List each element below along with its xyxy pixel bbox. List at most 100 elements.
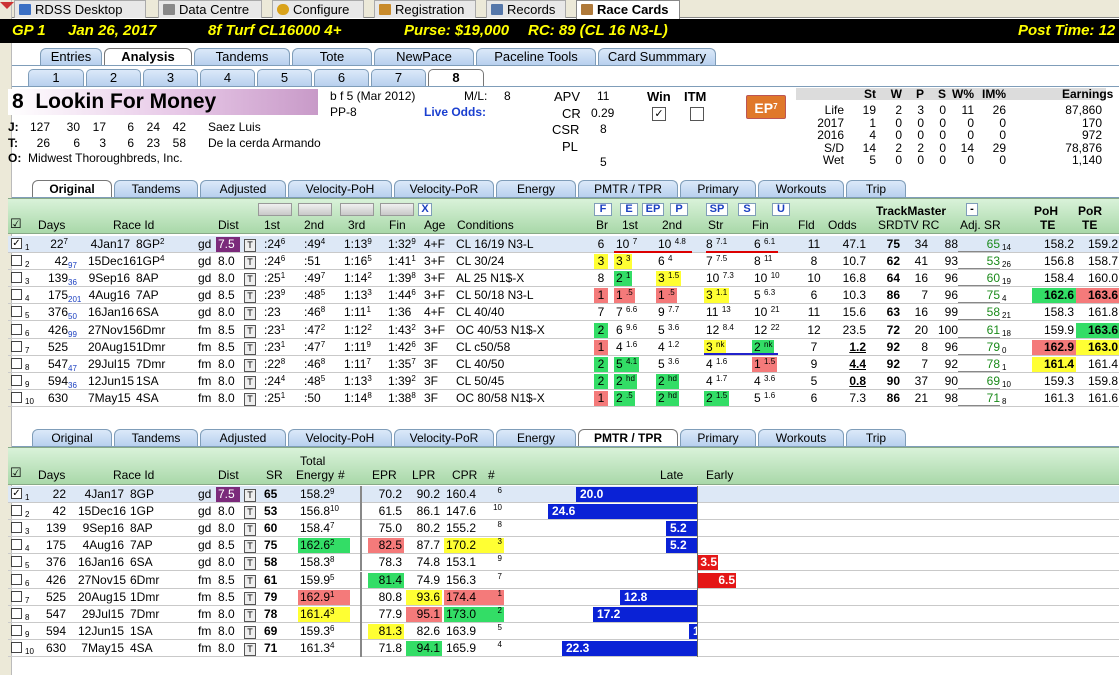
tab-horse-7[interactable]: 7 bbox=[371, 69, 426, 86]
lower-tab-original[interactable]: Original bbox=[32, 429, 112, 446]
row-checkbox[interactable] bbox=[11, 289, 22, 301]
row-checkbox[interactable] bbox=[11, 357, 22, 369]
upper-tab-pmtr-tpr[interactable]: PMTR / TPR bbox=[578, 180, 678, 197]
tab-horse-2[interactable]: 2 bbox=[86, 69, 141, 86]
row-checkbox[interactable] bbox=[11, 374, 22, 386]
minus-button[interactable]: - bbox=[966, 203, 978, 216]
upper-tab-velocity-poh[interactable]: Velocity-PoH bbox=[288, 180, 392, 197]
tab-horse-6[interactable]: 6 bbox=[314, 69, 369, 86]
lower-tab-primary[interactable]: Primary bbox=[680, 429, 756, 446]
filter-e-button[interactable]: E bbox=[620, 203, 638, 216]
tab-tote[interactable]: Tote bbox=[292, 48, 372, 65]
row-checkbox[interactable] bbox=[11, 522, 22, 534]
filter-button[interactable] bbox=[258, 203, 292, 216]
table-row[interactable]: 5 376 50 16Jan16 6SA gd 8.0 T:23:468 1:111 1:36 4+… bbox=[8, 304, 1119, 322]
row-checkbox[interactable] bbox=[11, 539, 22, 551]
filter-s-button[interactable]: S bbox=[738, 203, 756, 216]
table-row[interactable]: 6 426 99 27Nov15 6Dmr fm 8.5 T:231:472 1:122 1:43… bbox=[8, 322, 1119, 339]
upper-tab-velocity-por[interactable]: Velocity-PoR bbox=[394, 180, 494, 197]
table-row[interactable]: 2 42 15Dec16 1GP gd 8.0 T 53 156.810 61.5 86.1 147.… bbox=[8, 503, 1119, 521]
table-row[interactable]: 4 175 201 4Aug16 7AP gd 8.5 T:239:485 1:133 1:446… bbox=[8, 287, 1119, 305]
upper-tab-primary[interactable]: Primary bbox=[680, 180, 756, 197]
tab-horse-4[interactable]: 4 bbox=[200, 69, 255, 86]
app-tab-records[interactable]: Records bbox=[486, 0, 566, 18]
dropdown-arrow-icon[interactable] bbox=[0, 2, 14, 9]
fraction-sup: 2 bbox=[411, 322, 416, 332]
tab-newpace[interactable]: NewPace bbox=[374, 48, 474, 65]
row-checkbox[interactable] bbox=[11, 590, 22, 602]
filter-ep-button[interactable]: EP bbox=[642, 203, 664, 216]
lower-tab-velocity-por[interactable]: Velocity-PoR bbox=[394, 429, 494, 446]
app-tab-data-centre[interactable]: Data Centre bbox=[158, 0, 262, 18]
row-checkbox[interactable] bbox=[11, 255, 22, 267]
filter-button[interactable] bbox=[340, 203, 374, 216]
upper-tab-adjusted[interactable]: Adjusted bbox=[200, 180, 286, 197]
filter-sp-button[interactable]: SP bbox=[706, 203, 728, 216]
app-tab-race-cards[interactable]: Race Cards bbox=[576, 0, 680, 19]
table-row[interactable]: 10 630 7May15 4SA fm 8.0 T:251:50 1:148 1:388 3F O… bbox=[8, 390, 1119, 407]
lower-tab-trip[interactable]: Trip bbox=[846, 429, 906, 446]
win-checkbox[interactable]: ✓ bbox=[652, 107, 666, 121]
tab-horse-1[interactable]: 1 bbox=[28, 69, 84, 86]
row-checkbox[interactable] bbox=[11, 641, 22, 653]
lower-tab-tandems[interactable]: Tandems bbox=[114, 429, 198, 446]
table-row[interactable]: 3 139 36 9Sep16 8AP gd 8.0 T:251:497 1:142 1:398 3… bbox=[8, 270, 1119, 288]
lengths: .5 bbox=[668, 288, 675, 298]
row-checkbox[interactable] bbox=[11, 306, 22, 318]
upper-tab-trip[interactable]: Trip bbox=[846, 180, 906, 197]
app-tab-configure[interactable]: Configure bbox=[272, 0, 364, 18]
table-row[interactable]: 10 630 7May15 4SA fm 8.0 T 71 161.34 71.8 94.1 165.… bbox=[8, 639, 1119, 657]
upper-tab-tandems[interactable]: Tandems bbox=[114, 180, 198, 197]
table-row[interactable]: 7 525 20Aug15 1Dmr fm 8.5 T 79 162.91 80.8 93.6 174… bbox=[8, 588, 1119, 606]
row-checkbox[interactable] bbox=[11, 323, 22, 335]
upper-tab-original[interactable]: Original bbox=[32, 180, 112, 197]
table-row[interactable]: 9 594 36 12Jun15 1SA fm 8.0 T:244:485 1:133 1:392… bbox=[8, 373, 1119, 390]
table-row[interactable]: ✓ 1 22 4Jan17 8GP gd 7.5 T 65 158.29 70.2 90.2 160.4… bbox=[8, 486, 1119, 503]
row-checkbox[interactable]: ✓ bbox=[11, 238, 22, 249]
tab-horse-8[interactable]: 8 bbox=[428, 69, 484, 86]
filter-u-button[interactable]: U bbox=[772, 203, 790, 216]
tab-tandems-main[interactable]: Tandems bbox=[194, 48, 290, 65]
tab-analysis[interactable]: Analysis bbox=[104, 48, 192, 65]
row-checkbox[interactable] bbox=[11, 624, 22, 636]
lower-tab-pmtr-tpr[interactable]: PMTR / TPR bbox=[578, 429, 678, 446]
x-button[interactable]: X bbox=[418, 203, 432, 216]
table-row[interactable]: 2 42 97 15Dec16 1GP4 gd 8.0 T:246:51 1:165 1:411 3… bbox=[8, 253, 1119, 271]
row-checkbox[interactable] bbox=[11, 340, 22, 352]
table-row[interactable]: 8 547 47 29Jul15 7Dmr fm 8.0 T:228:468 1:117 1:35… bbox=[8, 356, 1119, 373]
tab-card-summary[interactable]: Card Summmary bbox=[598, 48, 716, 65]
tab-entries[interactable]: Entries bbox=[40, 48, 102, 65]
row-checkbox[interactable]: ✓ bbox=[11, 488, 22, 499]
lower-tab-adjusted[interactable]: Adjusted bbox=[200, 429, 286, 446]
table-row[interactable]: ✓ 1 227 4Jan17 8GP2 gd 7.5 T:246:494 1:139 1:329 4… bbox=[8, 236, 1119, 253]
row-checkbox[interactable] bbox=[11, 505, 22, 517]
filter-button[interactable] bbox=[298, 203, 332, 216]
upper-tab-workouts[interactable]: Workouts bbox=[758, 180, 844, 197]
tab-paceline-tools[interactable]: Paceline Tools bbox=[476, 48, 596, 65]
fraction: :49 bbox=[304, 237, 321, 251]
row-checkbox[interactable] bbox=[11, 391, 22, 403]
tab-horse-3[interactable]: 3 bbox=[143, 69, 198, 86]
itm-checkbox[interactable] bbox=[690, 107, 704, 121]
row-checkbox[interactable] bbox=[11, 556, 22, 568]
filter-button[interactable] bbox=[380, 203, 414, 216]
app-tab-rdss-desktop[interactable]: RDSS Desktop bbox=[14, 0, 146, 18]
row-checkbox[interactable] bbox=[11, 607, 22, 619]
table-row[interactable]: 4 175 4Aug16 7AP gd 8.5 T 75 162.62 82.5 87.7 170.2… bbox=[8, 537, 1119, 555]
tab-horse-5[interactable]: 5 bbox=[257, 69, 312, 86]
filter-f-button[interactable]: F bbox=[594, 203, 612, 216]
lower-tab-workouts[interactable]: Workouts bbox=[758, 429, 844, 446]
table-row[interactable]: 5 376 16Jan16 6SA gd 8.0 T 58 158.38 78.3 74.8 153.… bbox=[8, 554, 1119, 572]
filter-p-button[interactable]: P bbox=[670, 203, 688, 216]
lower-tab-velocity-poh[interactable]: Velocity-PoH bbox=[288, 429, 392, 446]
table-row[interactable]: 7 525 20Aug15 1Dmr fm 8.5 T:231:477 1:119 1:426 3… bbox=[8, 339, 1119, 356]
row-checkbox[interactable] bbox=[11, 573, 22, 585]
table-row[interactable]: 9 594 12Jun15 1SA fm 8.0 T 69 159.36 81.3 82.6 163.… bbox=[8, 622, 1119, 640]
upper-tab-energy[interactable]: Energy bbox=[496, 180, 576, 197]
table-row[interactable]: 8 547 29Jul15 7Dmr fm 8.0 T 78 161.43 77.9 95.1 173… bbox=[8, 605, 1119, 623]
app-tab-registration[interactable]: Registration bbox=[374, 0, 476, 18]
table-row[interactable]: 3 139 9Sep16 8AP gd 8.0 T 60 158.47 75.0 80.2 155.2… bbox=[8, 520, 1119, 538]
row-checkbox[interactable] bbox=[11, 272, 22, 284]
table-row[interactable]: 6 426 27Nov15 6Dmr fm 8.5 T 61 159.95 81.4 74.9 156… bbox=[8, 571, 1119, 589]
lower-tab-energy[interactable]: Energy bbox=[496, 429, 576, 446]
